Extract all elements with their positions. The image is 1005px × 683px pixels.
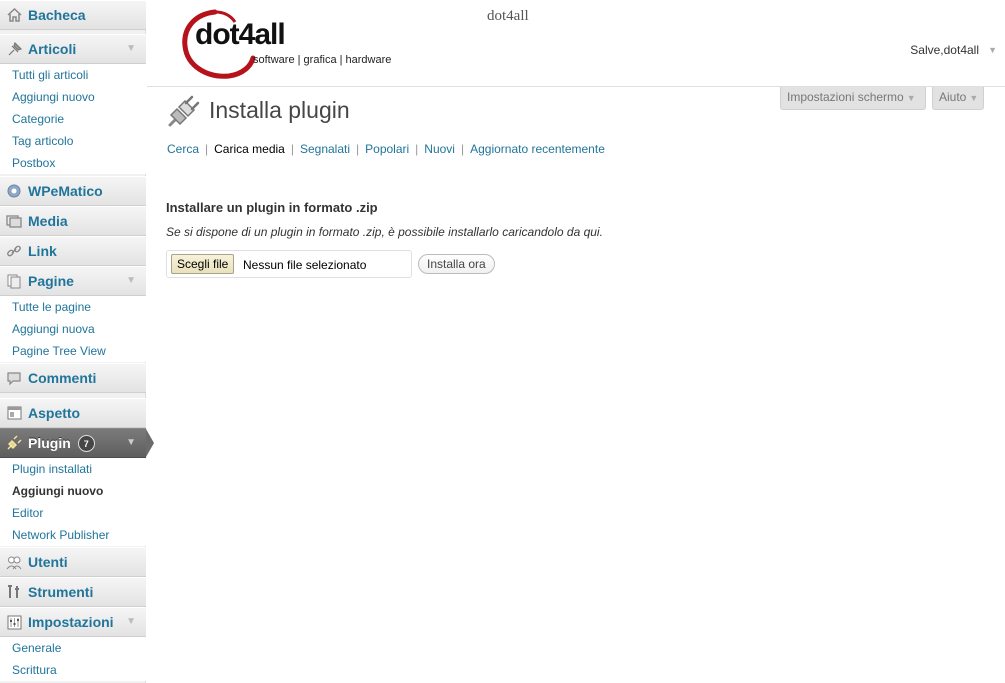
menu-label: Media bbox=[28, 213, 68, 229]
logo-tagline: software | grafica | hardware bbox=[253, 54, 392, 66]
submenu-item-add-plugin[interactable]: Aggiungi nuovo bbox=[0, 480, 146, 502]
submenu-pages: Tutte le pagine Aggiungi nuova Pagine Tr… bbox=[0, 296, 146, 362]
admin-sidebar: Bacheca Articoli ▼ Tutti gli articoli Ag… bbox=[0, 0, 154, 683]
submenu-item-tags[interactable]: Tag articolo bbox=[0, 130, 146, 152]
submenu-posts: Tutti gli articoli Aggiungi nuovo Catego… bbox=[0, 64, 146, 174]
submenu-item-installed-plugins[interactable]: Plugin installati bbox=[0, 458, 146, 480]
submenu-item-pages-tree[interactable]: Pagine Tree View bbox=[0, 340, 146, 362]
install-now-button[interactable]: Installa ora bbox=[418, 254, 495, 274]
submenu-item-postbox[interactable]: Postbox bbox=[0, 152, 146, 174]
menu-appearance[interactable]: Aspetto bbox=[0, 398, 146, 428]
comment-bubble-icon bbox=[6, 370, 22, 386]
menu-tools[interactable]: Strumenti bbox=[0, 577, 146, 607]
help-label: Aiuto bbox=[939, 90, 967, 104]
gear-icon bbox=[6, 183, 22, 199]
menu-label: Aspetto bbox=[28, 405, 81, 421]
home-icon bbox=[6, 7, 22, 23]
menu-dashboard[interactable]: Bacheca bbox=[0, 0, 146, 30]
separator: | bbox=[205, 142, 209, 156]
settings-icon bbox=[6, 614, 22, 630]
chevron-down-icon[interactable]: ▼ bbox=[126, 616, 136, 627]
tab-upload[interactable]: Carica media bbox=[214, 142, 285, 156]
link-icon bbox=[6, 243, 22, 259]
upload-section-title: Installare un plugin in formato .zip bbox=[166, 200, 378, 215]
chevron-down-icon[interactable]: ▼ bbox=[126, 437, 136, 448]
menu-label: Strumenti bbox=[28, 584, 94, 600]
menu-plugins[interactable]: Plugin 7 ▼ bbox=[0, 428, 154, 458]
tab-new[interactable]: Nuovi bbox=[424, 142, 455, 156]
menu-media[interactable]: Media bbox=[0, 206, 146, 236]
appearance-icon bbox=[6, 405, 22, 421]
tab-featured[interactable]: Segnalati bbox=[300, 142, 350, 156]
chevron-down-icon: ▼ bbox=[906, 93, 916, 103]
pin-icon bbox=[6, 41, 22, 57]
choose-file-button[interactable]: Scegli file bbox=[171, 254, 235, 274]
menu-label: Plugin bbox=[28, 435, 71, 451]
submenu-settings: Generale Scrittura bbox=[0, 637, 146, 681]
chevron-down-icon[interactable]: ▼ bbox=[126, 275, 136, 286]
plugin-icon bbox=[167, 94, 201, 128]
menu-label: Commenti bbox=[28, 370, 97, 386]
menu-label: WPeMatico bbox=[28, 183, 103, 199]
submenu-item-add-post[interactable]: Aggiungi nuovo bbox=[0, 86, 146, 108]
menu-pages[interactable]: Pagine ▼ bbox=[0, 266, 146, 296]
menu-label: Pagine bbox=[28, 273, 74, 289]
menu-users[interactable]: Utenti bbox=[0, 547, 146, 577]
help-tab[interactable]: Aiuto ▼ bbox=[932, 87, 984, 110]
users-icon bbox=[6, 554, 22, 570]
logo-wordmark: dot4all bbox=[195, 18, 286, 51]
separator: | bbox=[290, 142, 294, 156]
submenu-plugins: Plugin installati Aggiungi nuovo Editor … bbox=[0, 458, 146, 546]
tab-recently-updated[interactable]: Aggiornato recentemente bbox=[470, 142, 605, 156]
plug-icon bbox=[6, 435, 22, 451]
submenu-item-general[interactable]: Generale bbox=[0, 637, 146, 659]
screen-options-label: Impostazioni schermo bbox=[787, 90, 904, 104]
file-input[interactable]: Scegli file Nessun file selezionato bbox=[166, 250, 412, 278]
submenu-item-add-page[interactable]: Aggiungi nuova bbox=[0, 318, 146, 340]
chevron-down-icon[interactable]: ▼ bbox=[126, 43, 136, 54]
menu-links[interactable]: Link bbox=[0, 236, 146, 266]
submenu-item-writing[interactable]: Scrittura bbox=[0, 659, 146, 681]
update-count-badge: 7 bbox=[77, 434, 95, 452]
page-title: Installa plugin bbox=[209, 97, 350, 123]
menu-wpematico[interactable]: WPeMatico bbox=[0, 176, 146, 206]
submenu-item-editor[interactable]: Editor bbox=[0, 502, 146, 524]
tab-popular[interactable]: Popolari bbox=[365, 142, 409, 156]
site-logo[interactable]: dot4all software | grafica | hardware bbox=[181, 6, 401, 82]
tools-icon bbox=[6, 584, 22, 600]
menu-settings[interactable]: Impostazioni ▼ bbox=[0, 607, 146, 637]
site-name: dot4all bbox=[487, 8, 529, 24]
screen-options-tab[interactable]: Impostazioni schermo ▼ bbox=[780, 87, 926, 110]
menu-label: Impostazioni bbox=[28, 614, 114, 630]
chevron-down-icon[interactable]: ▼ bbox=[988, 45, 997, 55]
menu-comments[interactable]: Commenti bbox=[0, 363, 146, 393]
menu-label: Articoli bbox=[28, 41, 77, 57]
separator: | bbox=[415, 142, 419, 156]
chevron-down-icon: ▼ bbox=[969, 93, 979, 103]
install-subnav: Cerca | Carica media | Segnalati | Popol… bbox=[167, 142, 605, 156]
submenu-item-categories[interactable]: Categorie bbox=[0, 108, 146, 130]
user-greeting[interactable]: Salve,dot4all bbox=[910, 43, 979, 57]
menu-label: Utenti bbox=[28, 554, 68, 570]
menu-label: Link bbox=[28, 243, 57, 259]
upload-section-description: Se si dispone di un plugin in formato .z… bbox=[166, 225, 603, 239]
submenu-item-all-pages[interactable]: Tutte le pagine bbox=[0, 296, 146, 318]
separator: | bbox=[460, 142, 465, 156]
site-header: dot4all software | grafica | hardware do… bbox=[147, 0, 1005, 87]
menu-posts[interactable]: Articoli ▼ bbox=[0, 34, 146, 64]
media-icon bbox=[6, 213, 22, 229]
file-status-text: Nessun file selezionato bbox=[243, 258, 367, 272]
menu-label: Bacheca bbox=[28, 7, 86, 23]
submenu-item-network-publisher[interactable]: Network Publisher bbox=[0, 524, 146, 546]
separator: | bbox=[356, 142, 360, 156]
pages-icon bbox=[6, 273, 22, 289]
submenu-item-all-posts[interactable]: Tutti gli articoli bbox=[0, 64, 146, 86]
tab-search[interactable]: Cerca bbox=[167, 142, 199, 156]
